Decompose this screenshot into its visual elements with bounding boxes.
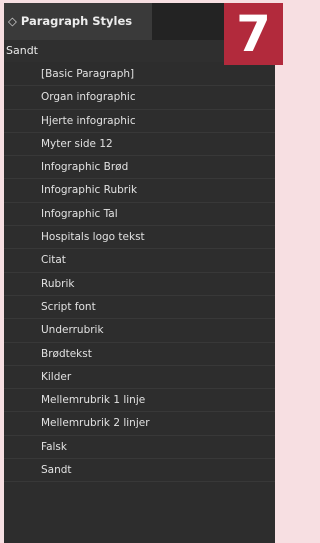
paragraph-style-item[interactable]: [Basic Paragraph] [4,63,275,87]
paragraph-style-item[interactable]: Myter side 12 [4,133,275,157]
paragraph-style-item[interactable]: Underrubrik [4,319,275,343]
paragraph-style-item[interactable]: Rubrik [4,273,275,296]
paragraph-style-item[interactable]: Brødtekst [4,343,275,366]
paragraph-style-item[interactable]: Falsk [4,436,275,460]
paragraph-styles-panel: ◇ Paragraph Styles Sandt [Basic Paragraph… [4,3,275,543]
paragraph-style-item[interactable]: Kilder [4,366,275,390]
paragraph-style-item[interactable]: Mellemrubrik 2 linjer [4,412,275,436]
paragraph-style-item[interactable]: Infographic Brød [4,156,275,180]
paragraph-style-item[interactable]: Sandt [4,459,275,483]
paragraph-style-item[interactable]: Citat [4,249,275,273]
style-list: [Basic Paragraph] Organ infographic Hjerte… [4,63,275,483]
paragraph-style-item[interactable]: Hjerte infographic [4,110,275,133]
paragraph-style-item[interactable]: Script font [4,296,275,320]
paragraph-style-item[interactable]: Mellemrubrik 1 linje [4,389,275,413]
paragraph-style-item[interactable]: Infographic Rubrik [4,179,275,203]
paragraph-style-item[interactable]: Hospitals logo tekst [4,226,275,250]
step-number-badge: 7 [224,3,283,65]
paragraph-style-item[interactable]: Infographic Tal [4,203,275,227]
paragraph-style-item[interactable]: Organ infographic [4,86,275,110]
tab-label: Paragraph Styles [20,14,133,28]
expand-arrows-icon[interactable]: ◇ [8,14,17,28]
tab-paragraph-styles[interactable]: ◇ Paragraph Styles [4,3,152,40]
